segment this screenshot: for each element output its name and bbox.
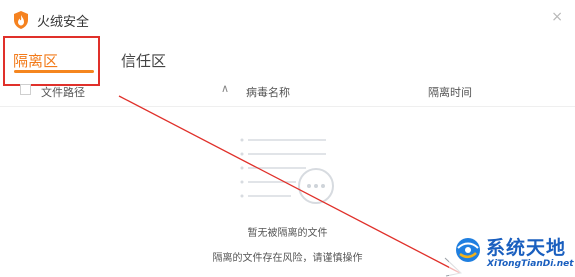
column-header-virus-name[interactable]: 病毒名称 (246, 84, 290, 100)
column-header-time[interactable]: 隔离时间 (428, 84, 472, 100)
watermark-text: 系统天地 (486, 237, 567, 259)
sort-ascending-icon[interactable]: ∧ (221, 82, 229, 95)
tab-trust[interactable]: 信任区 (121, 50, 166, 71)
empty-list-icon (240, 138, 334, 204)
select-all-checkbox[interactable] (20, 84, 31, 95)
app-title: 火绒安全 (37, 15, 90, 30)
site-logo-icon (456, 238, 480, 262)
huorong-logo-icon (14, 11, 28, 29)
column-header-path[interactable]: 文件路径 (41, 84, 85, 100)
watermark-url: XiTongTianDi.net (487, 259, 574, 269)
title-bar: 火绒安全 × (0, 0, 575, 36)
close-icon[interactable]: × (551, 9, 563, 25)
